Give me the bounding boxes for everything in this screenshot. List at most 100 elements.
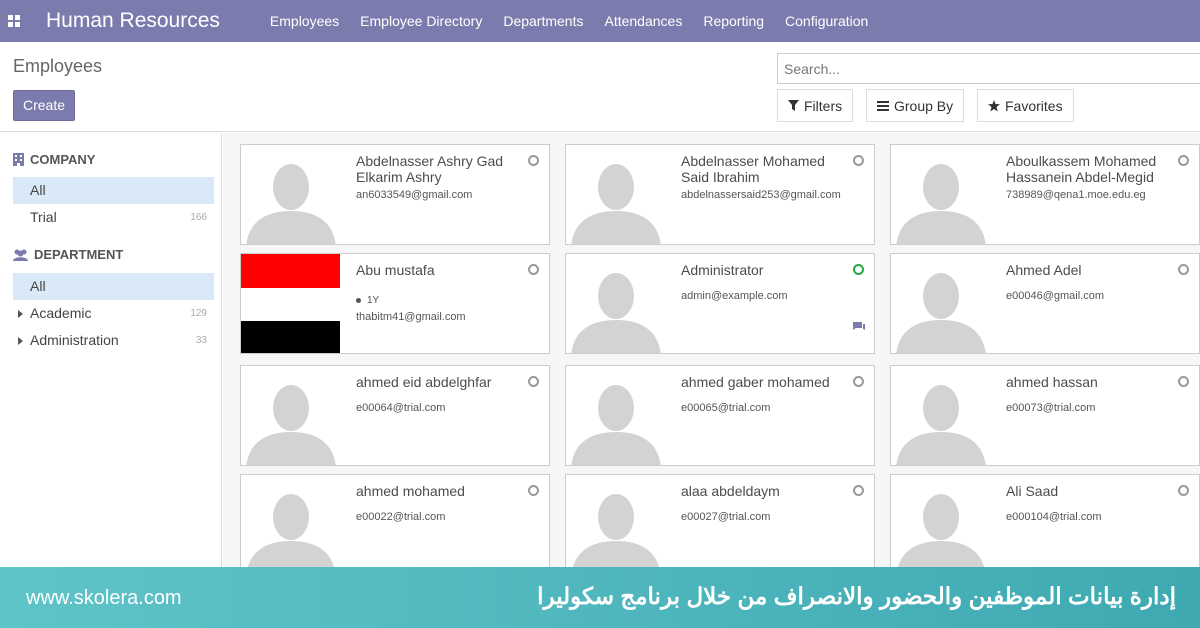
employee-email: e00027@trial.com xyxy=(681,511,771,523)
presence-status-icon xyxy=(528,264,539,275)
company-heading-label: COMPANY xyxy=(30,152,96,167)
employee-name[interactable]: ahmed mohamed xyxy=(356,483,526,499)
employee-card[interactable]: Ali Saad e000104@trial.com xyxy=(890,474,1200,573)
employee-avatar xyxy=(891,366,990,465)
promo-banner: www.skolera.com إدارة بيانات الموظفين وا… xyxy=(0,567,1200,628)
employee-card[interactable]: Aboulkassem Mohamed Hassanein Abdel-Megi… xyxy=(890,144,1200,245)
employee-email: e00073@trial.com xyxy=(1006,402,1096,414)
filters-label: Filters xyxy=(804,97,843,114)
employee-name[interactable]: ahmed hassan xyxy=(1006,374,1176,390)
employee-email: abdelnassersaid253@gmail.com xyxy=(681,189,841,201)
presence-status-icon xyxy=(528,155,539,166)
employee-card[interactable]: Abdelnasser Ashry Gad Elkarim Ashry an603… xyxy=(240,144,550,245)
employee-name[interactable]: Ali Saad xyxy=(1006,483,1176,499)
company-item-trial[interactable]: Trial 166 xyxy=(13,204,214,231)
group-by-button[interactable]: Group By xyxy=(866,89,965,122)
presence-status-icon xyxy=(853,155,864,166)
department-item-count: 129 xyxy=(190,308,207,319)
presence-status-icon xyxy=(1178,485,1189,496)
search-input[interactable] xyxy=(777,53,1200,84)
presence-status-icon xyxy=(853,485,864,496)
caret-right-icon[interactable] xyxy=(18,337,23,345)
employee-tag: 1Y xyxy=(356,295,379,306)
department-item-label: All xyxy=(30,278,46,294)
presence-status-icon xyxy=(1178,155,1189,166)
employee-name[interactable]: Abdelnasser Ashry Gad Elkarim Ashry xyxy=(356,153,526,185)
employee-name[interactable]: ahmed gaber mohamed xyxy=(681,374,851,390)
tag-dot-icon xyxy=(356,298,361,303)
star-icon xyxy=(988,99,1000,111)
employee-avatar xyxy=(566,475,665,573)
employee-avatar xyxy=(241,145,340,244)
menu-reporting[interactable]: Reporting xyxy=(703,13,764,29)
chat-icon[interactable] xyxy=(852,319,866,337)
banner-title: إدارة بيانات الموظفين والحضور والانصراف … xyxy=(537,583,1176,609)
menu-attendances[interactable]: Attendances xyxy=(604,13,682,29)
employee-name[interactable]: ahmed eid abdelghfar xyxy=(356,374,526,390)
avatar-placeholder-icon xyxy=(891,475,990,573)
presence-status-icon xyxy=(528,485,539,496)
app-title[interactable]: Human Resources xyxy=(46,9,220,33)
page-title: Employees xyxy=(13,56,103,76)
control-panel: Employees Create Filters Group By Favori… xyxy=(0,42,1200,132)
department-item-administration[interactable]: Administration 33 xyxy=(13,327,214,354)
favorites-button[interactable]: Favorites xyxy=(977,89,1074,122)
avatar-placeholder-icon xyxy=(241,145,340,244)
department-item-all[interactable]: All xyxy=(13,273,214,300)
building-icon xyxy=(13,153,24,166)
employee-name[interactable]: Abu mustafa xyxy=(356,262,526,278)
create-button[interactable]: Create xyxy=(13,90,75,121)
company-item-all[interactable]: All xyxy=(13,177,214,204)
search-panel-sidebar: COMPANY All Trial 166 DEPARTMENT All Aca… xyxy=(0,133,222,573)
employee-name[interactable]: Aboulkassem Mohamed Hassanein Abdel-Megi… xyxy=(1006,153,1176,185)
employee-card[interactable]: ahmed mohamed e00022@trial.com xyxy=(240,474,550,573)
employee-avatar xyxy=(566,254,665,353)
employee-card[interactable]: Abdelnasser Mohamed Said Ibrahim abdelnas… xyxy=(565,144,875,245)
company-item-label: Trial xyxy=(30,209,57,225)
department-heading: DEPARTMENT xyxy=(13,247,123,262)
employee-avatar xyxy=(891,254,990,353)
menu-departments[interactable]: Departments xyxy=(503,13,583,29)
employee-card[interactable]: alaa abdeldaym e00027@trial.com xyxy=(565,474,875,573)
avatar-placeholder-icon xyxy=(241,475,340,573)
employee-email: e00064@trial.com xyxy=(356,402,446,414)
employee-name[interactable]: Administrator xyxy=(681,262,851,278)
filters-button[interactable]: Filters xyxy=(777,89,854,122)
employee-card[interactable]: Ahmed Adel e00046@gmail.com xyxy=(890,253,1200,354)
company-heading: COMPANY xyxy=(13,152,95,167)
users-icon xyxy=(13,249,28,261)
presence-status-icon xyxy=(1178,264,1189,275)
tag-label: 1Y xyxy=(367,295,380,306)
employee-name[interactable]: alaa abdeldaym xyxy=(681,483,851,499)
employee-card[interactable]: ahmed eid abdelghfar e00064@trial.com xyxy=(240,365,550,466)
banner-url[interactable]: www.skolera.com xyxy=(26,587,182,610)
employee-avatar xyxy=(241,475,340,573)
employee-name[interactable]: Ahmed Adel xyxy=(1006,262,1176,278)
employee-email: e000104@trial.com xyxy=(1006,511,1102,523)
employee-email: an6033549@gmail.com xyxy=(356,189,473,201)
employee-kanban-view: Abdelnasser Ashry Gad Elkarim Ashry an603… xyxy=(223,133,1200,573)
employee-name[interactable]: Abdelnasser Mohamed Said Ibrahim xyxy=(681,153,851,185)
avatar-placeholder-icon xyxy=(891,145,990,244)
employee-card[interactable]: ahmed gaber mohamed e00065@trial.com xyxy=(565,365,875,466)
employee-email: admin@example.com xyxy=(681,290,788,302)
avatar-placeholder-icon xyxy=(566,254,665,353)
avatar-placeholder-icon xyxy=(241,366,340,465)
avatar-placeholder-icon xyxy=(566,475,665,573)
employee-email: e00022@trial.com xyxy=(356,511,446,523)
menu-configuration[interactable]: Configuration xyxy=(785,13,868,29)
employee-card[interactable]: ahmed hassan e00073@trial.com xyxy=(890,365,1200,466)
avatar-placeholder-icon xyxy=(566,145,665,244)
apps-menu-icon[interactable] xyxy=(0,0,28,42)
department-item-academic[interactable]: Academic 129 xyxy=(13,300,214,327)
employee-email: thabitm41@gmail.com xyxy=(356,311,466,323)
employee-card[interactable]: Administrator admin@example.com xyxy=(565,253,875,354)
employee-email: e00046@gmail.com xyxy=(1006,290,1104,302)
employee-card[interactable]: Abu mustafa thabitm41@gmail.com 1Y xyxy=(240,253,550,354)
department-heading-label: DEPARTMENT xyxy=(34,247,124,262)
favorites-label: Favorites xyxy=(1005,97,1063,114)
menu-employee-directory[interactable]: Employee Directory xyxy=(360,13,482,29)
employee-email: 738989@qena1.moe.edu.eg xyxy=(1006,189,1146,201)
menu-employees[interactable]: Employees xyxy=(270,13,339,29)
caret-right-icon[interactable] xyxy=(18,310,23,318)
